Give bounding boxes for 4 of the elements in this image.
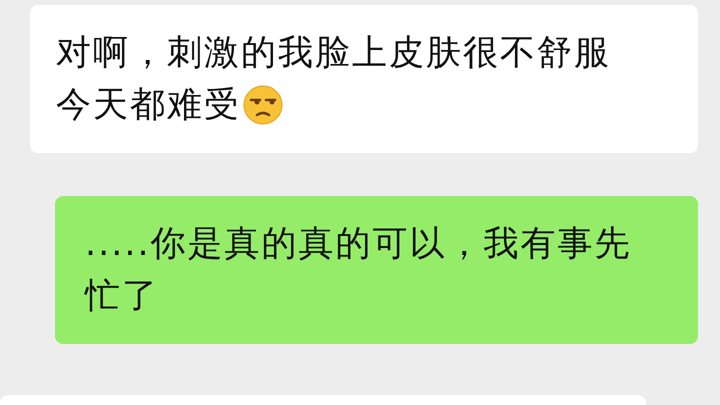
message-text: 对啊，刺激的我脸上皮肤很不舒服 (56, 32, 611, 75)
message-text: 忙了 (85, 275, 159, 318)
message-text: 今天都难受 (56, 84, 241, 127)
message-text: .....你是真的真的可以，我有事先 (85, 223, 632, 266)
